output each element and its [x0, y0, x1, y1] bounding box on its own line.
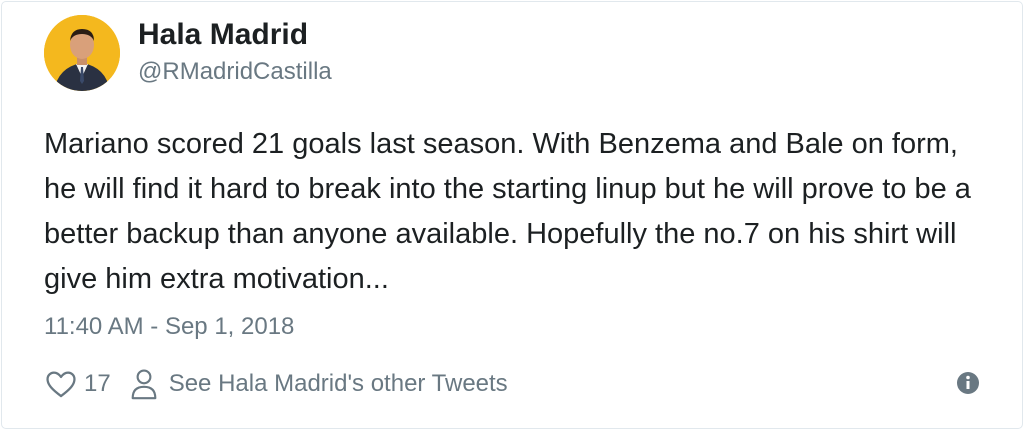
tweet-text: Mariano scored 21 goals last season. Wit… [44, 128, 971, 295]
info-icon[interactable] [956, 371, 980, 395]
heart-icon[interactable] [44, 367, 78, 401]
user-name[interactable]: Hala Madrid [138, 16, 308, 54]
tweet-actions: 17 See Hala Madrid's other Tweets [44, 364, 508, 404]
avatar[interactable] [44, 15, 120, 91]
user-handle[interactable]: @RMadridCastilla [138, 56, 332, 88]
tweet-timestamp[interactable]: 11:40 AM - Sep 1, 2018 [44, 311, 294, 343]
tweet-card: Hala Madrid @RMadridCastilla Mariano sco… [1, 1, 1023, 429]
like-count[interactable]: 17 [84, 370, 111, 398]
other-tweets-link[interactable]: See Hala Madrid's other Tweets [169, 370, 508, 398]
person-icon[interactable] [129, 367, 159, 401]
profile-photo-icon [44, 15, 120, 91]
